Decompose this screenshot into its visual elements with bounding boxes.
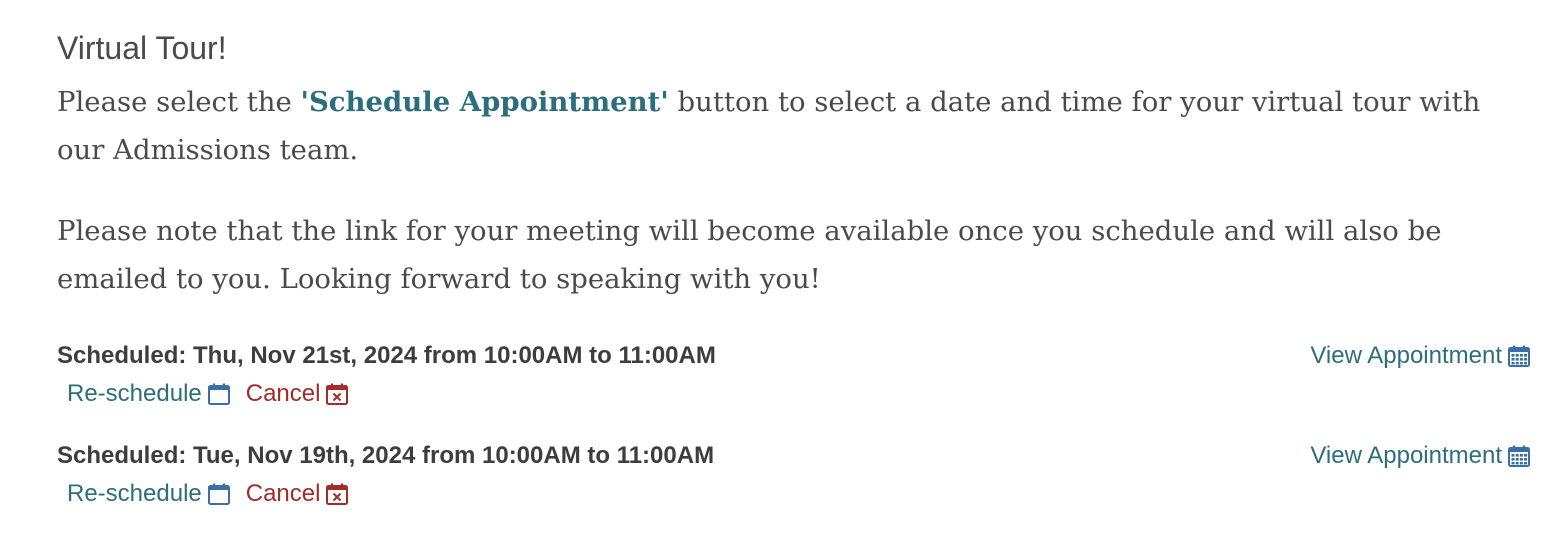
view-appointment-link[interactable]: View Appointment: [1310, 439, 1532, 473]
view-appointment-label: View Appointment: [1310, 342, 1502, 369]
intro-prefix: Please select the: [57, 86, 301, 118]
note-paragraph: Please note that the link for your meeti…: [57, 215, 1442, 295]
intro-paragraph: Please select the 'Schedule Appointment'…: [57, 78, 1532, 174]
cancel-link[interactable]: Cancel: [246, 477, 351, 511]
appointment-item: Scheduled: Thu, Nov 21st, 2024 from 10:0…: [57, 339, 1532, 425]
schedule-appointment-highlight: 'Schedule Appointment': [300, 86, 669, 118]
appointment-list: Scheduled: Thu, Nov 21st, 2024 from 10:0…: [57, 339, 1532, 525]
view-appointment-label: View Appointment: [1310, 442, 1502, 469]
appointment-item: Scheduled: Tue, Nov 19th, 2024 from 10:0…: [57, 439, 1532, 525]
cancel-link[interactable]: Cancel: [246, 377, 351, 411]
reschedule-label: Re-schedule: [67, 480, 202, 507]
calendar-grid-icon: [1506, 343, 1532, 369]
cancel-label: Cancel: [245, 380, 321, 407]
reschedule-link[interactable]: Re-schedule: [67, 477, 232, 511]
cancel-label: Cancel: [245, 480, 321, 507]
reschedule-label: Re-schedule: [67, 380, 202, 407]
calendar-x-icon: [324, 481, 350, 507]
reschedule-link[interactable]: Re-schedule: [67, 377, 232, 411]
calendar-icon: [206, 481, 232, 507]
page-title: Virtual Tour!: [57, 30, 227, 66]
calendar-icon: [206, 381, 232, 407]
view-appointment-link[interactable]: View Appointment: [1310, 339, 1532, 373]
virtual-tour-section: Virtual Tour! Please select the 'Schedul…: [57, 28, 1532, 525]
appointment-actions: Re-schedule Cancel: [57, 377, 1532, 411]
calendar-x-icon: [324, 381, 350, 407]
appointment-actions: Re-schedule Cancel: [57, 477, 1532, 511]
calendar-grid-icon: [1506, 443, 1532, 469]
